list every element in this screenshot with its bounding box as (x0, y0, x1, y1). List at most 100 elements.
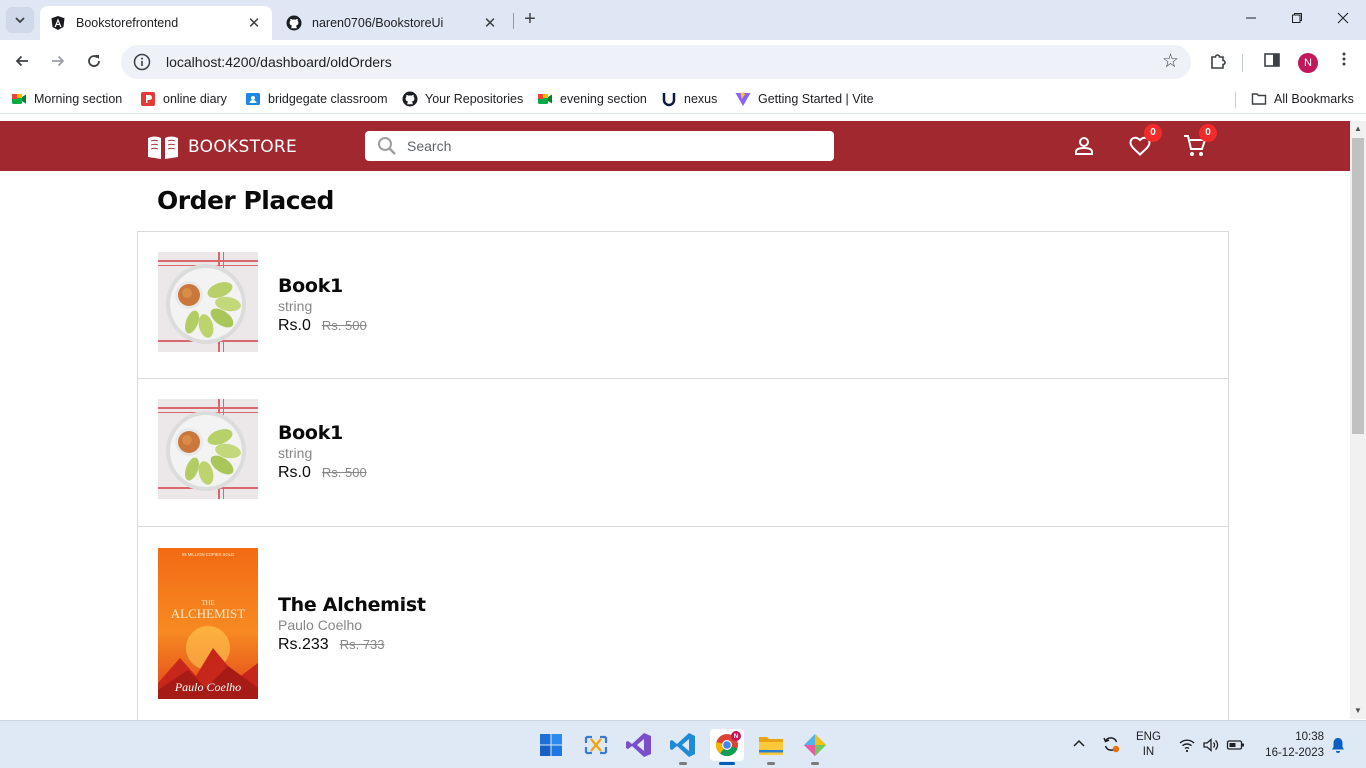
visual-studio-app[interactable] (622, 729, 656, 761)
battery-tray-button[interactable] (1226, 736, 1246, 757)
orders-list: Book1 string Rs.0 Rs. 500 Book1 string R… (137, 231, 1229, 727)
side-panel-button[interactable] (1260, 51, 1284, 75)
arrow-left-icon (15, 55, 28, 67)
bookmark-online-diary[interactable]: online diary (140, 91, 227, 107)
cover-title: ALCHEMIST (171, 606, 245, 621)
bookmark-nexus[interactable]: nexus (661, 91, 717, 107)
book-cover-image[interactable] (158, 252, 258, 352)
git-app[interactable] (798, 729, 832, 765)
bookmark-morning-section[interactable]: Morning section (11, 91, 122, 107)
tab-github-repo[interactable]: naren0706/BookstoreUi ✕ (276, 6, 508, 40)
book-title[interactable]: Book1 (278, 275, 367, 297)
search-input[interactable] (407, 138, 807, 154)
browser-menu-button[interactable] (1332, 51, 1356, 75)
nexus-icon (662, 93, 676, 107)
close-window-button[interactable] (1320, 6, 1366, 34)
show-hidden-icons-button[interactable] (1070, 735, 1088, 756)
book-original-price: Rs. 500 (321, 465, 367, 480)
bookmark-label: Morning section (34, 92, 123, 106)
book-price: Rs.0 (278, 464, 311, 481)
minimize-button[interactable] (1228, 6, 1274, 34)
close-tab-icon[interactable]: ✕ (246, 14, 262, 32)
close-tab-icon[interactable]: ✕ (482, 14, 498, 32)
wifi-tray-button[interactable] (1178, 736, 1196, 757)
book-title[interactable]: The Alchemist (278, 594, 426, 616)
forward-button[interactable] (45, 50, 71, 76)
order-item: Book1 string Rs.0 Rs. 500 (137, 379, 1229, 527)
clock[interactable]: 10:38 16-12-2023 (1258, 729, 1324, 761)
bookmark-bridgegate-classroom[interactable]: bridgegate classroom (245, 91, 388, 107)
classroom-icon (246, 93, 260, 105)
bookmark-label: nexus (684, 92, 718, 106)
tab-search-button[interactable] (6, 7, 34, 33)
reload-button[interactable] (81, 50, 107, 76)
folder-icon (1251, 93, 1267, 105)
cover-top-text: 55 MILLION COPIES SOLD (182, 552, 234, 557)
volume-tray-button[interactable] (1202, 736, 1220, 757)
file-explorer-app[interactable] (754, 729, 788, 765)
search-icon (378, 137, 396, 155)
wishlist-count-badge: 0 (1144, 124, 1162, 142)
battery-icon (1226, 740, 1244, 750)
reload-icon (88, 55, 100, 67)
scrollbar-thumb[interactable] (1352, 138, 1364, 434)
bookmark-your-repositories[interactable]: Your Repositories (402, 91, 523, 107)
google-meet-icon (538, 94, 552, 104)
site-info-icon[interactable] (133, 53, 151, 71)
toolbar-divider (1242, 54, 1243, 72)
clock-time: 10:38 (1295, 731, 1324, 743)
url-text[interactable]: localhost:4200/dashboard/oldOrders (166, 54, 392, 70)
chrome-app[interactable]: N (710, 729, 744, 765)
all-bookmarks[interactable]: All Bookmarks (1251, 91, 1354, 107)
search-box[interactable] (365, 131, 834, 161)
extensions-button[interactable] (1206, 51, 1230, 75)
start-button[interactable] (534, 729, 568, 761)
order-info: Book1 string Rs.0 Rs. 500 (278, 275, 367, 335)
profile-avatar[interactable]: N (1298, 53, 1318, 73)
arrow-right-icon (52, 55, 65, 67)
order-info: The Alchemist Paulo Coelho Rs.233 Rs. 73… (278, 594, 426, 654)
browser-toolbar: localhost:4200/dashboard/oldOrders ☆ (0, 40, 1366, 86)
scroll-down-arrow-icon[interactable]: ▼ (1350, 703, 1366, 719)
page-title: Order Placed (157, 186, 334, 215)
file-explorer-icon (759, 737, 783, 755)
chrome-icon: N (715, 731, 741, 757)
book-original-price: Rs. 733 (339, 637, 385, 652)
more-vertical-icon (1342, 52, 1346, 66)
book-author: string (278, 298, 313, 314)
restore-button[interactable] (1274, 6, 1320, 34)
snipping-tool-app[interactable] (579, 729, 613, 761)
book-cover-image[interactable] (158, 399, 258, 499)
region-label: IN (1142, 746, 1155, 758)
visual-studio-icon (626, 733, 651, 757)
scroll-up-arrow-icon[interactable]: ▲ (1350, 121, 1366, 137)
vscode-app[interactable] (666, 729, 700, 765)
bookmarks-bar: Morning section online diary bridgegate … (0, 86, 1366, 114)
diary-icon (141, 92, 155, 106)
bookmarks-divider (1235, 92, 1236, 108)
book-author: Paulo Coelho (278, 617, 363, 633)
address-bar[interactable]: localhost:4200/dashboard/oldOrders ☆ (121, 45, 1191, 79)
brand-logo[interactable]: BOOKSTORE (147, 134, 297, 160)
brand-name: BOOKSTORE (188, 137, 298, 157)
restore-icon (1292, 13, 1302, 23)
bookmark-label: online diary (163, 92, 227, 106)
bookmark-vite[interactable]: Getting Started | Vite (735, 91, 874, 107)
tab-bookstorefrontend[interactable]: Bookstorefrontend ✕ (40, 6, 272, 40)
snipping-tool-icon (584, 735, 608, 755)
profile-icon[interactable] (1071, 133, 1097, 159)
bookmark-star-icon[interactable]: ☆ (1162, 52, 1179, 72)
bookmark-evening-section[interactable]: evening section (537, 91, 647, 107)
book-cover-image[interactable]: 55 MILLION COPIES SOLD THE ALCHEMIST Pau… (158, 548, 258, 699)
book-price: Rs.233 (278, 636, 329, 653)
notifications-button[interactable] (1330, 736, 1346, 757)
new-tab-button[interactable]: + (520, 9, 540, 31)
cover-author: Paulo Coelho (174, 680, 241, 694)
open-book-icon (148, 136, 178, 159)
order-item: Book1 string Rs.0 Rs. 500 (137, 231, 1229, 379)
language-indicator[interactable]: ENG IN (1136, 730, 1161, 760)
chevron-up-icon (1073, 739, 1085, 747)
back-button[interactable] (9, 50, 35, 76)
book-title[interactable]: Book1 (278, 422, 367, 444)
sync-tray-button[interactable] (1101, 734, 1121, 757)
